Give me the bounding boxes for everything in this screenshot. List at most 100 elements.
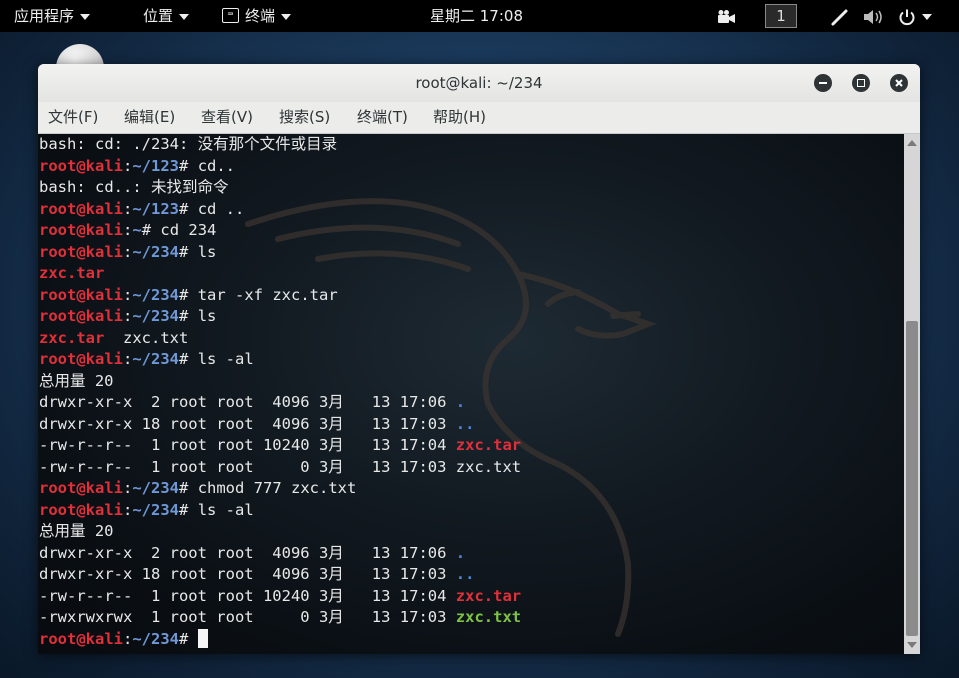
terminal-line: root@kali:~/234# bbox=[39, 628, 521, 651]
command-text: ls -al bbox=[188, 350, 254, 368]
power-menu[interactable] bbox=[898, 0, 932, 32]
terminal-output[interactable]: bash: cd: ./234: 没有那个文件或目录 root@kali:~/12… bbox=[38, 134, 904, 654]
output-text: 总用量 20 bbox=[39, 371, 114, 390]
window-titlebar[interactable]: root@kali: ~/234 bbox=[38, 64, 920, 102]
menu-help[interactable]: 帮助(H) bbox=[433, 102, 486, 133]
terminal-line: root@kali:~/123# cd .. bbox=[39, 199, 521, 221]
terminal-app-menu[interactable]: ⌨ 终端 bbox=[222, 0, 292, 32]
file-name: zxc.tar bbox=[39, 264, 105, 282]
scroll-up-icon[interactable] bbox=[907, 140, 917, 146]
scroll-down-icon[interactable] bbox=[907, 642, 917, 648]
prompt-path: ~/234 bbox=[132, 285, 180, 304]
window-title: root@kali: ~/234 bbox=[415, 74, 543, 92]
file-name: zxc.tar bbox=[455, 436, 522, 454]
terminal-icon: ⌨ bbox=[222, 8, 239, 23]
chevron-down-icon bbox=[281, 13, 292, 20]
volume-icon[interactable] bbox=[862, 0, 884, 32]
prompt-path: ~/123 bbox=[132, 199, 180, 218]
prompt-path: ~/234 bbox=[132, 350, 180, 368]
terminal-line: root@kali:~/234# ls -al bbox=[39, 500, 521, 522]
prompt-separator: : bbox=[123, 500, 133, 519]
terminal-line: root@kali:~/234# ls bbox=[39, 306, 521, 328]
prompt-separator: : bbox=[123, 242, 133, 261]
terminal-line: bash: cd..: 未找到命令 bbox=[39, 177, 521, 199]
top-panel: 应用程序 位置 ⌨ 终端 星期二 17:08 1 bbox=[0, 0, 959, 32]
workspace-indicator[interactable]: 1 bbox=[765, 0, 797, 32]
prompt-user: root@kali bbox=[39, 479, 123, 497]
prompt-symbol: # bbox=[179, 500, 189, 519]
close-button[interactable] bbox=[890, 74, 908, 92]
terminal-line: zxc.tar bbox=[39, 263, 521, 285]
command-text bbox=[188, 630, 197, 648]
prompt-separator: : bbox=[123, 221, 133, 239]
prompt-separator: : bbox=[123, 479, 133, 497]
terminal-line: root@kali:~# cd 234 bbox=[39, 220, 521, 242]
prompt-user: root@kali bbox=[39, 242, 123, 261]
terminal-line: drwxr-xr-x 18 root root 4096 3月 13 17:03… bbox=[39, 414, 521, 436]
minimize-button[interactable] bbox=[814, 74, 832, 92]
applications-menu-label: 应用程序 bbox=[14, 7, 75, 25]
output-text: bash: cd: ./234: 没有那个文件或目录 bbox=[39, 135, 338, 153]
prompt-separator: : bbox=[123, 629, 133, 648]
power-icon bbox=[899, 9, 915, 25]
listing-info: drwxr-xr-x 18 root root 4096 3月 13 17:03 bbox=[39, 414, 456, 433]
text-cursor bbox=[197, 628, 208, 648]
scrollbar[interactable] bbox=[904, 134, 920, 654]
terminal-line: -rwxrwxrwx 1 root root 0 3月 13 17:03 zxc… bbox=[39, 607, 521, 629]
prompt-symbol: # bbox=[179, 156, 189, 175]
prompt-path: ~/234 bbox=[132, 307, 180, 325]
command-text: ls bbox=[188, 242, 217, 261]
command-text: chmod 777 zxc.txt bbox=[188, 479, 357, 497]
scrollbar-thumb[interactable] bbox=[906, 321, 918, 636]
menu-file[interactable]: 文件(F) bbox=[48, 102, 98, 133]
prompt-symbol: # bbox=[179, 199, 189, 218]
prompt-symbol: # bbox=[141, 221, 152, 239]
file-name: zxc.tar bbox=[455, 586, 522, 605]
workspace-number: 1 bbox=[765, 4, 797, 28]
pen-icon[interactable] bbox=[830, 0, 850, 32]
file-gap bbox=[104, 329, 123, 347]
file-name: zxc.txt bbox=[455, 457, 522, 476]
listing-info: -rw-r--r-- 1 root root 0 3月 13 17:03 bbox=[39, 457, 456, 476]
prompt-path: ~/234 bbox=[132, 242, 180, 261]
prompt-symbol: # bbox=[179, 285, 189, 304]
listing-info: -rw-r--r-- 1 root root 10240 3月 13 17:04 bbox=[39, 586, 456, 605]
prompt-symbol: # bbox=[179, 307, 189, 325]
menu-view[interactable]: 查看(V) bbox=[201, 102, 253, 133]
listing-info: drwxr-xr-x 18 root root 4096 3月 13 17:03 bbox=[39, 565, 456, 583]
terminal-window: root@kali: ~/234 文件(F) 编辑(E) 查看(V) 搜索(S)… bbox=[38, 64, 920, 654]
menu-search[interactable]: 搜索(S) bbox=[279, 102, 330, 133]
terminal-line: bash: cd: ./234: 没有那个文件或目录 bbox=[39, 134, 521, 156]
clock[interactable]: 星期二 17:08 bbox=[430, 0, 523, 32]
menu-terminal[interactable]: 终端(T) bbox=[357, 102, 408, 133]
prompt-symbol: # bbox=[179, 479, 189, 497]
prompt-separator: : bbox=[123, 199, 133, 218]
terminal-line: root@kali:~/234# chmod 777 zxc.txt bbox=[39, 478, 521, 500]
terminal-line: root@kali:~/234# ls -al bbox=[39, 349, 521, 371]
listing-info: -rwxrwxrwx 1 root root 0 3月 13 17:03 bbox=[39, 608, 456, 626]
camera-icon[interactable] bbox=[717, 0, 737, 32]
prompt-user: root@kali bbox=[39, 199, 123, 218]
places-menu-label: 位置 bbox=[143, 7, 174, 25]
maximize-button[interactable] bbox=[852, 74, 870, 92]
terminal-lines: bash: cd: ./234: 没有那个文件或目录 root@kali:~/12… bbox=[39, 134, 521, 650]
prompt-user: root@kali bbox=[39, 500, 123, 519]
prompt-path: ~/123 bbox=[132, 156, 180, 175]
applications-menu[interactable]: 应用程序 bbox=[14, 0, 91, 32]
prompt-symbol: # bbox=[179, 629, 189, 648]
minimize-icon bbox=[819, 81, 827, 84]
prompt-path: ~/234 bbox=[132, 479, 180, 497]
places-menu[interactable]: 位置 bbox=[143, 0, 190, 32]
command-text: tar -xf zxc.tar bbox=[188, 285, 338, 304]
prompt-user: root@kali bbox=[39, 629, 123, 648]
window-menubar: 文件(F) 编辑(E) 查看(V) 搜索(S) 终端(T) 帮助(H) bbox=[38, 102, 920, 134]
chevron-down-icon bbox=[80, 13, 91, 20]
menu-edit[interactable]: 编辑(E) bbox=[124, 102, 175, 133]
prompt-separator: : bbox=[123, 156, 133, 175]
file-name: .. bbox=[455, 565, 475, 583]
chevron-down-icon bbox=[922, 13, 932, 20]
terminal-line: 总用量 20 bbox=[39, 521, 521, 543]
prompt-separator: : bbox=[123, 285, 133, 304]
terminal-line: root@kali:~/234# ls bbox=[39, 242, 521, 264]
prompt-path: ~/234 bbox=[132, 500, 180, 519]
